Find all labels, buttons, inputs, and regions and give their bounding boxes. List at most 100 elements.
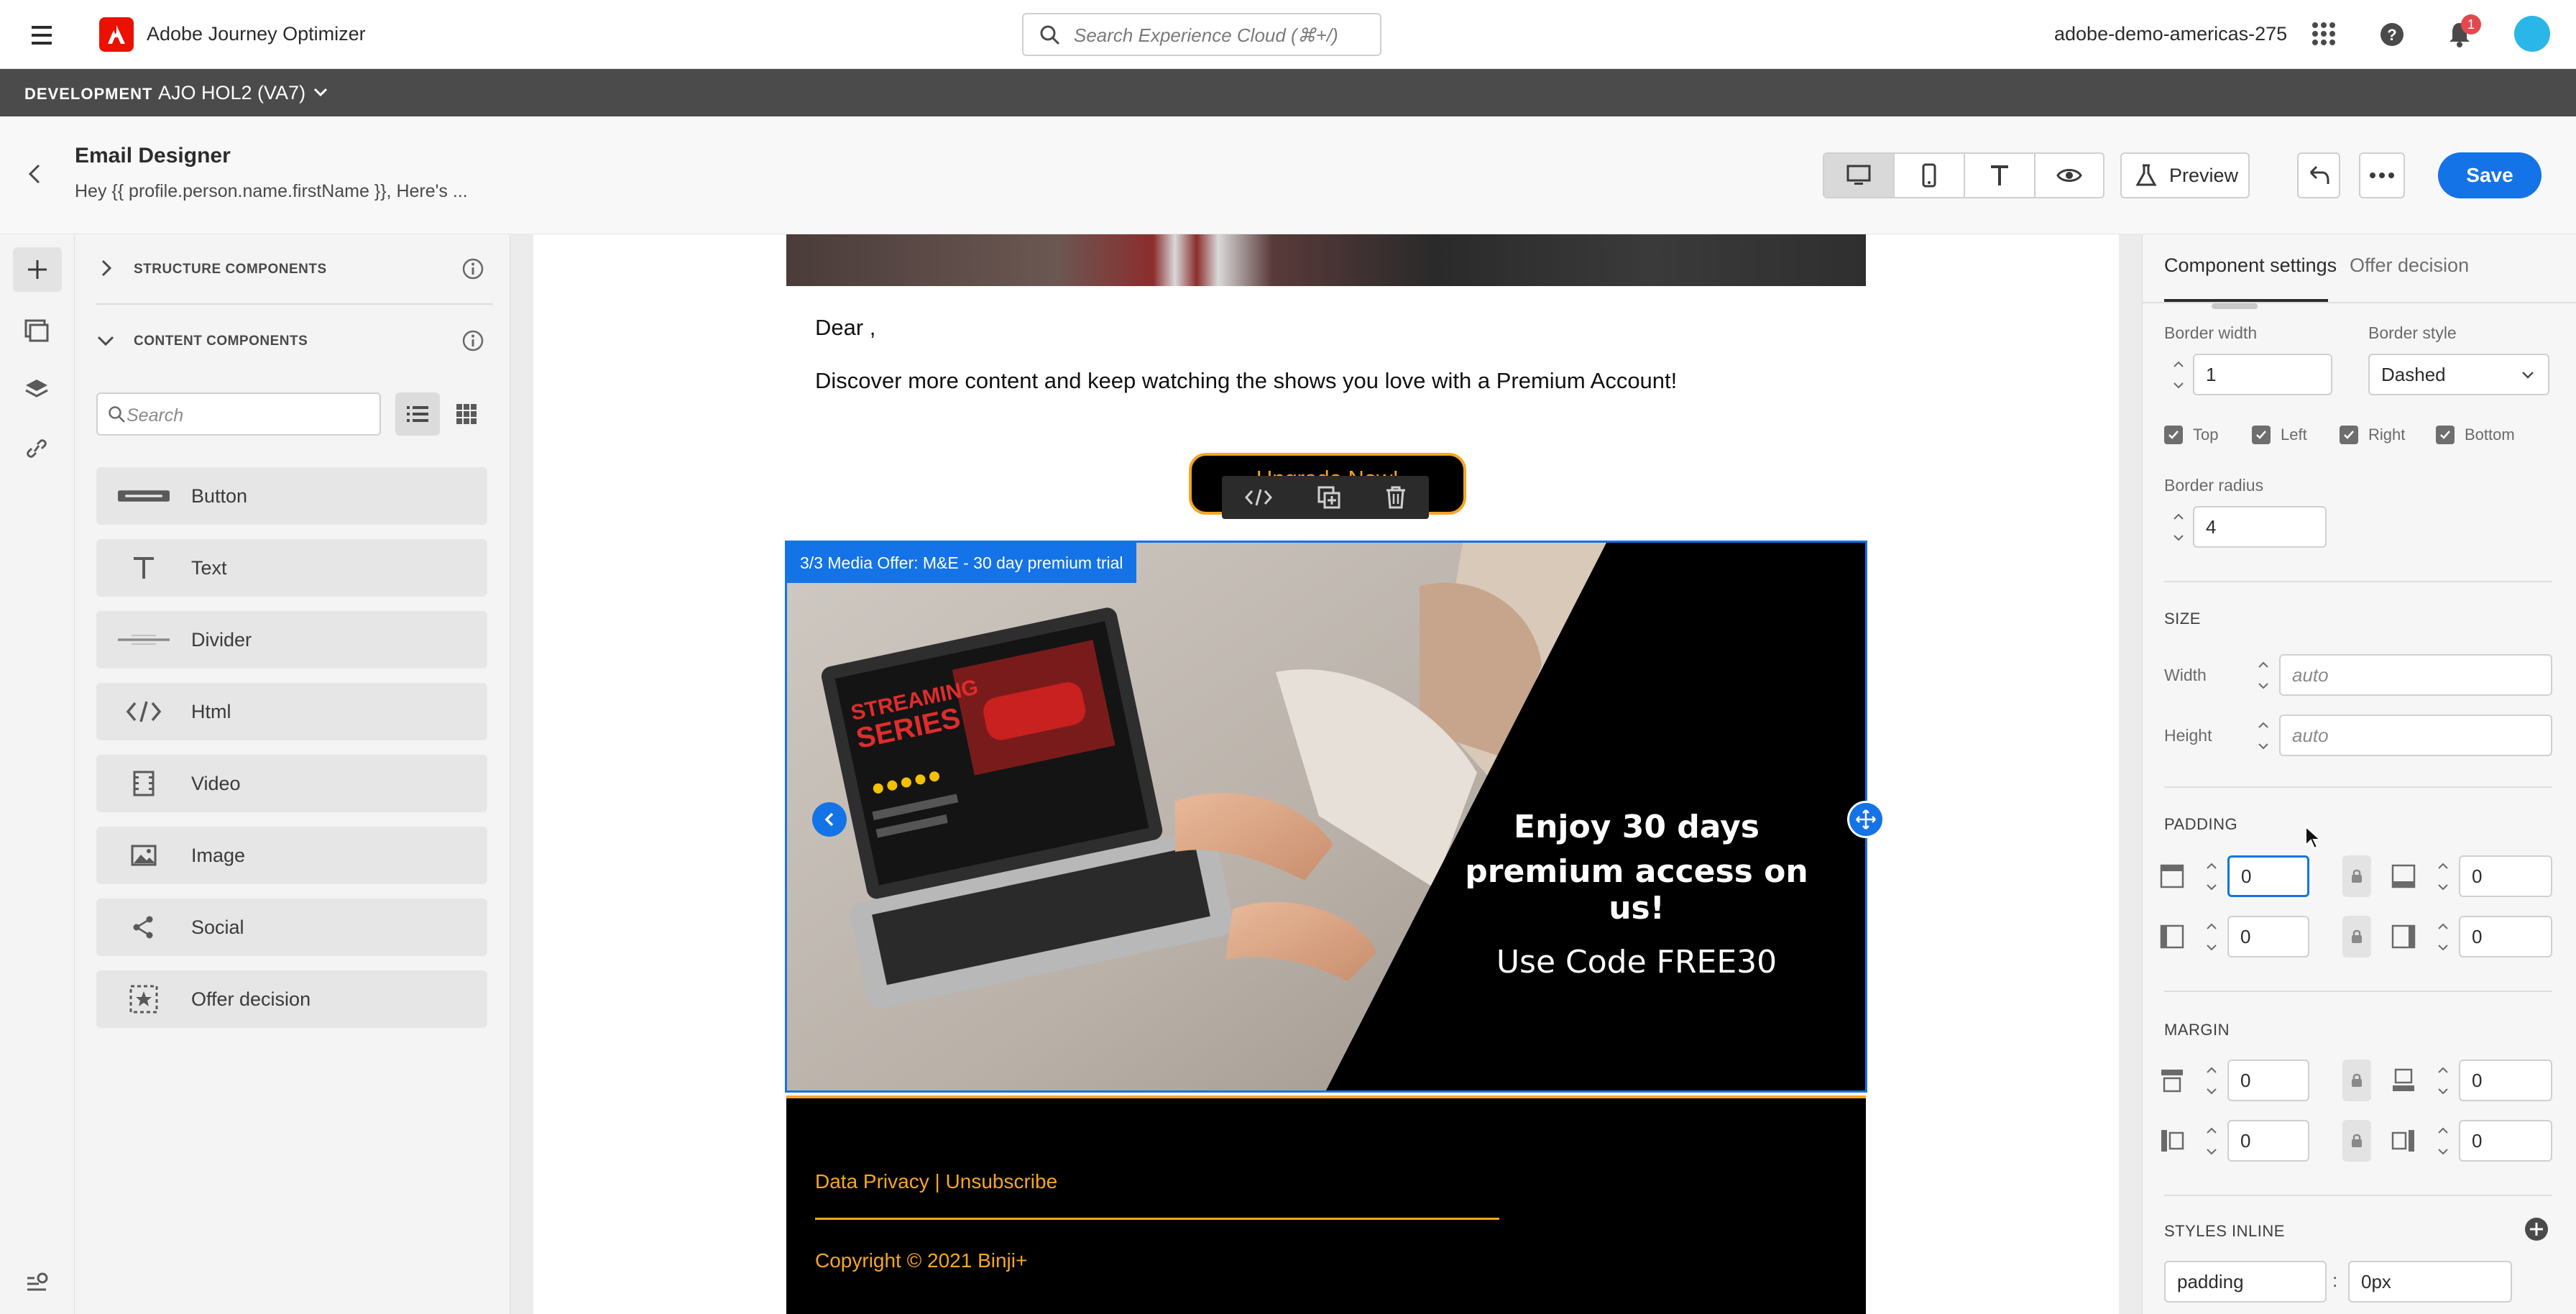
padding-bottom-input[interactable]: 0: [2459, 855, 2552, 897]
padding-left-input[interactable]: 0: [2227, 916, 2309, 957]
offer-decision-block[interactable]: STREAMING SERIES 3/3 Media Offer: M&E - …: [785, 541, 1867, 1093]
chevron-down-icon[interactable]: [312, 85, 329, 99]
tab-offer-decision[interactable]: Offer decision: [2350, 254, 2469, 277]
preview-view-button[interactable]: [2034, 154, 2103, 197]
more-options-button[interactable]: [2359, 152, 2405, 198]
structure-info-icon[interactable]: [461, 257, 484, 280]
width-label: Width: [2164, 666, 2207, 684]
padding-bottom-stepper[interactable]: [2429, 855, 2457, 897]
chevron-right-icon[interactable]: [99, 259, 114, 277]
version-history-icon[interactable]: [24, 1271, 49, 1294]
margin-bottom-input[interactable]: 0: [2459, 1060, 2552, 1101]
component-social[interactable]: Social: [96, 899, 487, 956]
offer-line2: premium access on us!: [1465, 853, 1808, 927]
resize-handle[interactable]: [1847, 801, 1885, 838]
border-width-stepper[interactable]: [2164, 354, 2193, 395]
user-avatar[interactable]: [2514, 16, 2550, 52]
component-html[interactable]: Html: [96, 683, 487, 740]
padding-right-stepper[interactable]: [2429, 916, 2457, 957]
margin-bottom-stepper[interactable]: [2429, 1060, 2457, 1101]
hamburger-menu-icon[interactable]: [32, 26, 60, 45]
checkbox-label: Left: [2281, 426, 2307, 444]
delete-icon[interactable]: [1385, 486, 1407, 509]
components-panel: STRUCTURE COMPONENTS CONTENT COMPONENTS …: [75, 234, 510, 1314]
preview-button[interactable]: Preview: [2120, 152, 2250, 198]
padding-lock-icon[interactable]: [2342, 916, 2371, 957]
border-right-checkbox[interactable]: Right: [2340, 426, 2405, 444]
help-icon[interactable]: ?: [2379, 22, 2405, 47]
margin-lock-icon[interactable]: [2342, 1060, 2371, 1101]
style-property-input[interactable]: padding: [2164, 1261, 2327, 1302]
grid-view-button[interactable]: [444, 392, 489, 436]
margin-top-input[interactable]: 0: [2227, 1060, 2309, 1101]
chevron-down-icon: [2174, 534, 2184, 541]
padding-right-input[interactable]: 0: [2459, 916, 2552, 957]
padding-right-icon: [2391, 924, 2416, 949]
border-style-select[interactable]: Dashed: [2368, 354, 2549, 395]
video-icon: [118, 771, 170, 796]
border-bottom-checkbox[interactable]: Bottom: [2436, 426, 2515, 444]
list-view-button[interactable]: [395, 392, 440, 436]
text-view-button[interactable]: [1964, 154, 2034, 197]
layers-tab-icon[interactable]: [24, 378, 49, 401]
add-components-tab[interactable]: [13, 247, 62, 292]
border-top-checkbox[interactable]: Top: [2164, 426, 2218, 444]
margin-right-stepper[interactable]: [2429, 1120, 2457, 1162]
style-value-input[interactable]: 0px: [2348, 1261, 2512, 1302]
chevron-down-icon[interactable]: [96, 334, 115, 348]
margin-top-stepper[interactable]: [2197, 1060, 2226, 1101]
width-input[interactable]: auto: [2279, 654, 2552, 696]
margin-left-stepper[interactable]: [2197, 1120, 2226, 1162]
component-search-input[interactable]: Search: [96, 392, 381, 436]
scroll-indicator[interactable]: [2212, 303, 2258, 309]
padding-lock-icon[interactable]: [2342, 855, 2371, 897]
tab-component-settings[interactable]: Component settings: [2164, 254, 2337, 277]
undo-button[interactable]: [2297, 152, 2340, 198]
content-info-icon[interactable]: [461, 329, 484, 352]
footer-copyright[interactable]: Copyright © 2021 Binji+: [815, 1249, 1027, 1272]
mobile-view-button[interactable]: [1893, 154, 1964, 197]
hero-image-strip[interactable]: [786, 234, 1866, 286]
back-arrow-icon[interactable]: [26, 162, 43, 185]
content-components-title[interactable]: CONTENT COMPONENTS: [134, 334, 308, 349]
margin-right-input[interactable]: 0: [2459, 1120, 2552, 1162]
links-tab-icon[interactable]: [24, 437, 49, 460]
sandbox-name[interactable]: AJO HOL2 (VA7): [158, 82, 305, 104]
border-left-checkbox[interactable]: Left: [2252, 426, 2307, 444]
structure-components-title[interactable]: STRUCTURE COMPONENTS: [134, 262, 327, 277]
border-radius-input[interactable]: 4: [2193, 506, 2327, 548]
add-style-icon[interactable]: [2524, 1216, 2549, 1242]
footer-links[interactable]: Data Privacy | Unsubscribe: [815, 1170, 1057, 1193]
component-text[interactable]: Text: [96, 539, 487, 597]
padding-top-stepper[interactable]: [2197, 855, 2226, 897]
global-search[interactable]: Search Experience Cloud (⌘+/): [1022, 13, 1381, 56]
duplicate-icon[interactable]: [1317, 486, 1340, 509]
border-radius-stepper[interactable]: [2164, 506, 2193, 548]
prev-offer-button[interactable]: [812, 802, 847, 837]
height-stepper[interactable]: [2249, 715, 2278, 756]
border-width-input[interactable]: 1: [2193, 354, 2332, 395]
margin-lock-icon[interactable]: [2342, 1120, 2371, 1162]
assets-tab-icon[interactable]: [24, 319, 49, 342]
margin-left-input[interactable]: 0: [2227, 1120, 2309, 1162]
org-switcher[interactable]: adobe-demo-americas-275: [2054, 23, 2287, 45]
component-divider[interactable]: Divider: [96, 611, 487, 669]
email-greeting[interactable]: Dear ,: [815, 315, 875, 341]
save-button[interactable]: Save: [2438, 152, 2542, 198]
padding-top-input[interactable]: 0: [2227, 855, 2309, 897]
mobile-icon: [1922, 163, 1936, 188]
component-button[interactable]: Button: [96, 467, 487, 525]
component-offer-decision[interactable]: Offer decision: [96, 970, 487, 1028]
apps-grid-icon[interactable]: [2312, 22, 2336, 46]
offer-tag: 3/3 Media Offer: M&E - 30 day premium tr…: [787, 543, 1136, 583]
height-input[interactable]: auto: [2279, 715, 2552, 756]
component-image[interactable]: Image: [96, 827, 487, 884]
code-icon[interactable]: [1244, 487, 1273, 507]
component-video[interactable]: Video: [96, 755, 487, 812]
width-stepper[interactable]: [2249, 654, 2278, 696]
html-icon: [118, 699, 170, 725]
padding-left-stepper[interactable]: [2197, 916, 2226, 957]
desktop-view-button[interactable]: [1824, 154, 1893, 197]
email-body-text[interactable]: Discover more content and keep watching …: [815, 368, 1677, 394]
adobe-logo-icon[interactable]: [99, 17, 134, 52]
